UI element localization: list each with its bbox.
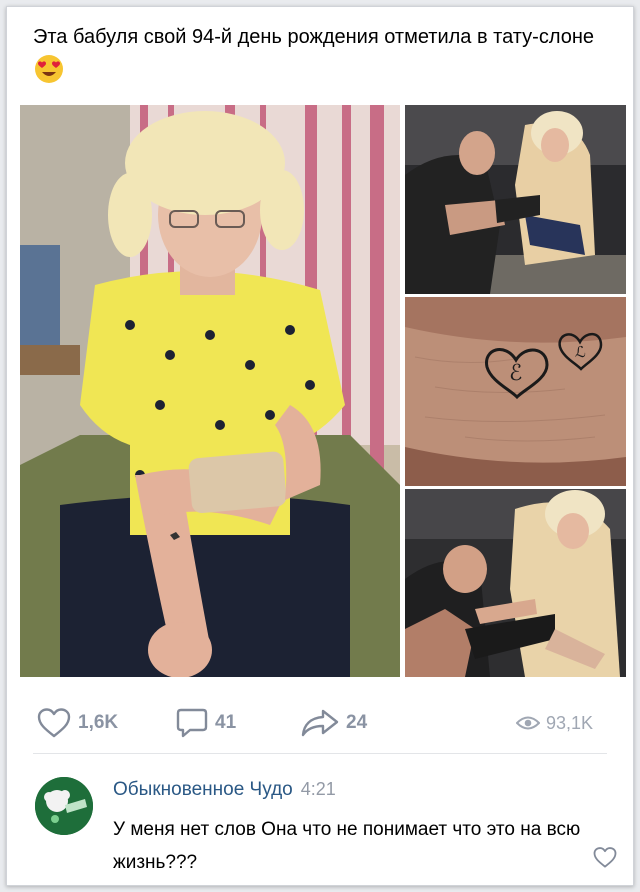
like-count: 1,6K <box>78 712 119 733</box>
share-button[interactable]: 24 <box>301 707 367 739</box>
comment-time[interactable]: 4:21 <box>301 779 336 799</box>
heart-outline-icon <box>593 847 617 868</box>
comment-like-button[interactable] <box>593 847 617 873</box>
photo-grid: ℰ ℒ <box>20 105 626 677</box>
like-button[interactable]: 1,6K <box>37 707 118 739</box>
post-text-content: Эта бабуля свой 94-й день рождения отмет… <box>33 26 595 48</box>
share-count: 24 <box>346 712 368 733</box>
svg-text:ℒ: ℒ <box>575 343 586 361</box>
eye-icon <box>516 715 540 731</box>
divider <box>33 753 607 754</box>
comment-author-name[interactable]: Обыкновенное Чудо <box>113 779 293 800</box>
share-arrow-icon <box>301 708 339 738</box>
post-actions: 1,6K 41 24 93,1K <box>33 707 623 739</box>
comment-author[interactable]: Обыкновенное Чудо 4:21 <box>113 779 336 801</box>
photo-bottom[interactable] <box>405 489 626 677</box>
comment-text: У меня нет слов Она что не понимает что … <box>113 819 581 873</box>
views-counter: 93,1K <box>516 707 593 739</box>
comment: Обыкновенное Чудо 4:21 У меня нет слов Он… <box>33 773 623 883</box>
photo-top[interactable] <box>405 105 626 294</box>
post-card: Эта бабуля свой 94-й день рождения отмет… <box>6 6 634 886</box>
photo-mid[interactable]: ℰ ℒ <box>405 297 626 486</box>
comment-bubble-icon <box>176 708 208 738</box>
svg-text:ℰ: ℰ <box>509 361 522 386</box>
avatar[interactable] <box>35 777 93 835</box>
heart-outline-icon <box>37 708 71 738</box>
comment-count: 41 <box>215 712 237 733</box>
views-count: 93,1K <box>546 712 594 733</box>
post-text: Эта бабуля свой 94-й день рождения отмет… <box>33 21 603 89</box>
comment-button[interactable]: 41 <box>176 707 236 739</box>
heart-eyes-emoji-icon <box>34 54 64 84</box>
photo-main[interactable] <box>20 105 400 677</box>
